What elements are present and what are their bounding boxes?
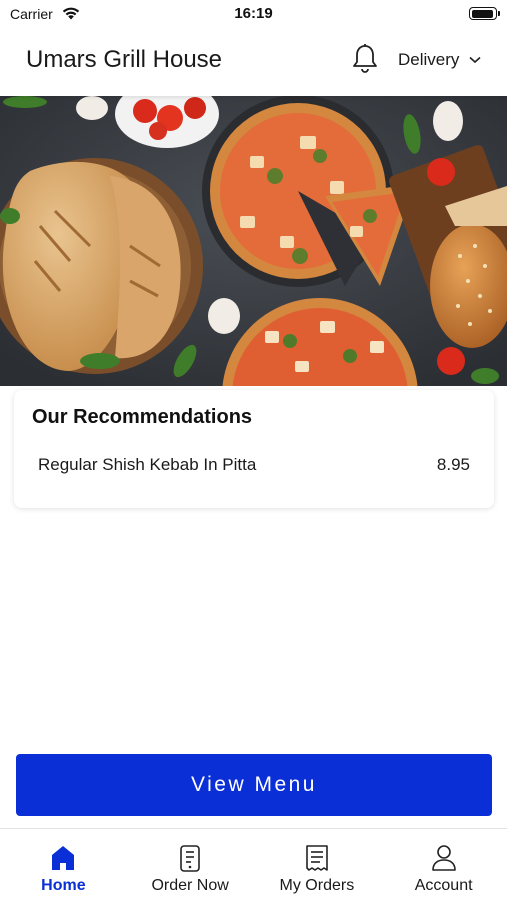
recommendation-item[interactable]: Regular Shish Kebab In Pitta 8.95 <box>14 448 494 482</box>
app-header: Umars Grill House Delivery <box>0 28 507 96</box>
delivery-mode-select[interactable]: Delivery <box>398 46 481 74</box>
tab-account[interactable]: Account <box>380 829 507 900</box>
battery-icon <box>469 7 500 20</box>
tab-label-account: Account <box>414 877 473 894</box>
hero-banner-image <box>0 96 507 386</box>
delivery-mode-label: Delivery <box>398 50 460 69</box>
home-icon <box>52 846 75 870</box>
order-icon <box>180 845 200 872</box>
person-icon <box>431 845 456 871</box>
recommendations-card: Our Recommendations Regular Shish Kebab … <box>14 390 494 508</box>
receipt-icon <box>306 845 328 871</box>
tab-label-order-now: Order Now <box>151 877 229 894</box>
food-illustration <box>0 96 507 386</box>
bell-icon[interactable] <box>350 43 380 75</box>
chevron-down-icon <box>469 56 481 64</box>
tab-my-orders[interactable]: My Orders <box>254 829 381 900</box>
tab-label-my-orders: My Orders <box>279 877 355 894</box>
bottom-tab-bar: Home Order Now My Orders Account <box>0 828 507 900</box>
restaurant-name: Umars Grill House <box>26 46 223 73</box>
tab-label-home: Home <box>41 877 86 894</box>
status-time: 16:19 <box>234 5 273 22</box>
recommendation-item-price: 8.95 <box>436 455 470 474</box>
tab-home[interactable]: Home <box>0 829 127 900</box>
recommendation-item-name: Regular Shish Kebab In Pitta <box>38 455 257 474</box>
status-bar: Carrier 16:19 <box>0 0 507 28</box>
tab-order-now[interactable]: Order Now <box>127 829 254 900</box>
view-menu-button[interactable]: View Menu <box>16 754 492 816</box>
recommendations-title: Our Recommendations <box>32 406 253 428</box>
